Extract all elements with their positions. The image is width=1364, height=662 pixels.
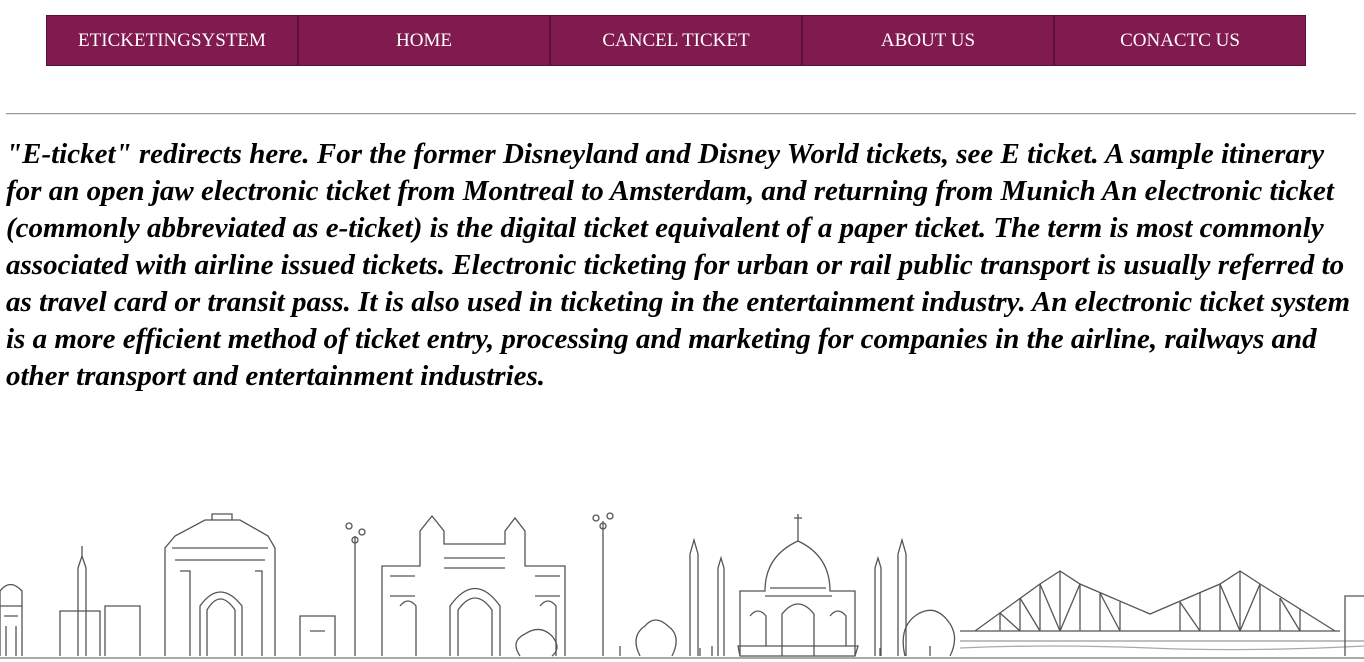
nav-brand-link[interactable]: ETICKETINGSYSTEM [46, 15, 298, 66]
intro-paragraph: "E-ticket" redirects here. For the forme… [6, 138, 1351, 392]
nav-home-link[interactable]: HOME [298, 15, 550, 66]
nav-cancel-ticket-link[interactable]: CANCEL TICKET [550, 15, 802, 66]
nav-contact-us-link[interactable]: CONACTC US [1054, 15, 1306, 66]
city-skyline-illustration [0, 512, 1364, 659]
horizontal-rule [6, 113, 1356, 115]
nav-about-us-link[interactable]: ABOUT US [802, 15, 1054, 66]
top-navigation: ETICKETINGSYSTEM HOME CANCEL TICKET ABOU… [46, 15, 1306, 66]
